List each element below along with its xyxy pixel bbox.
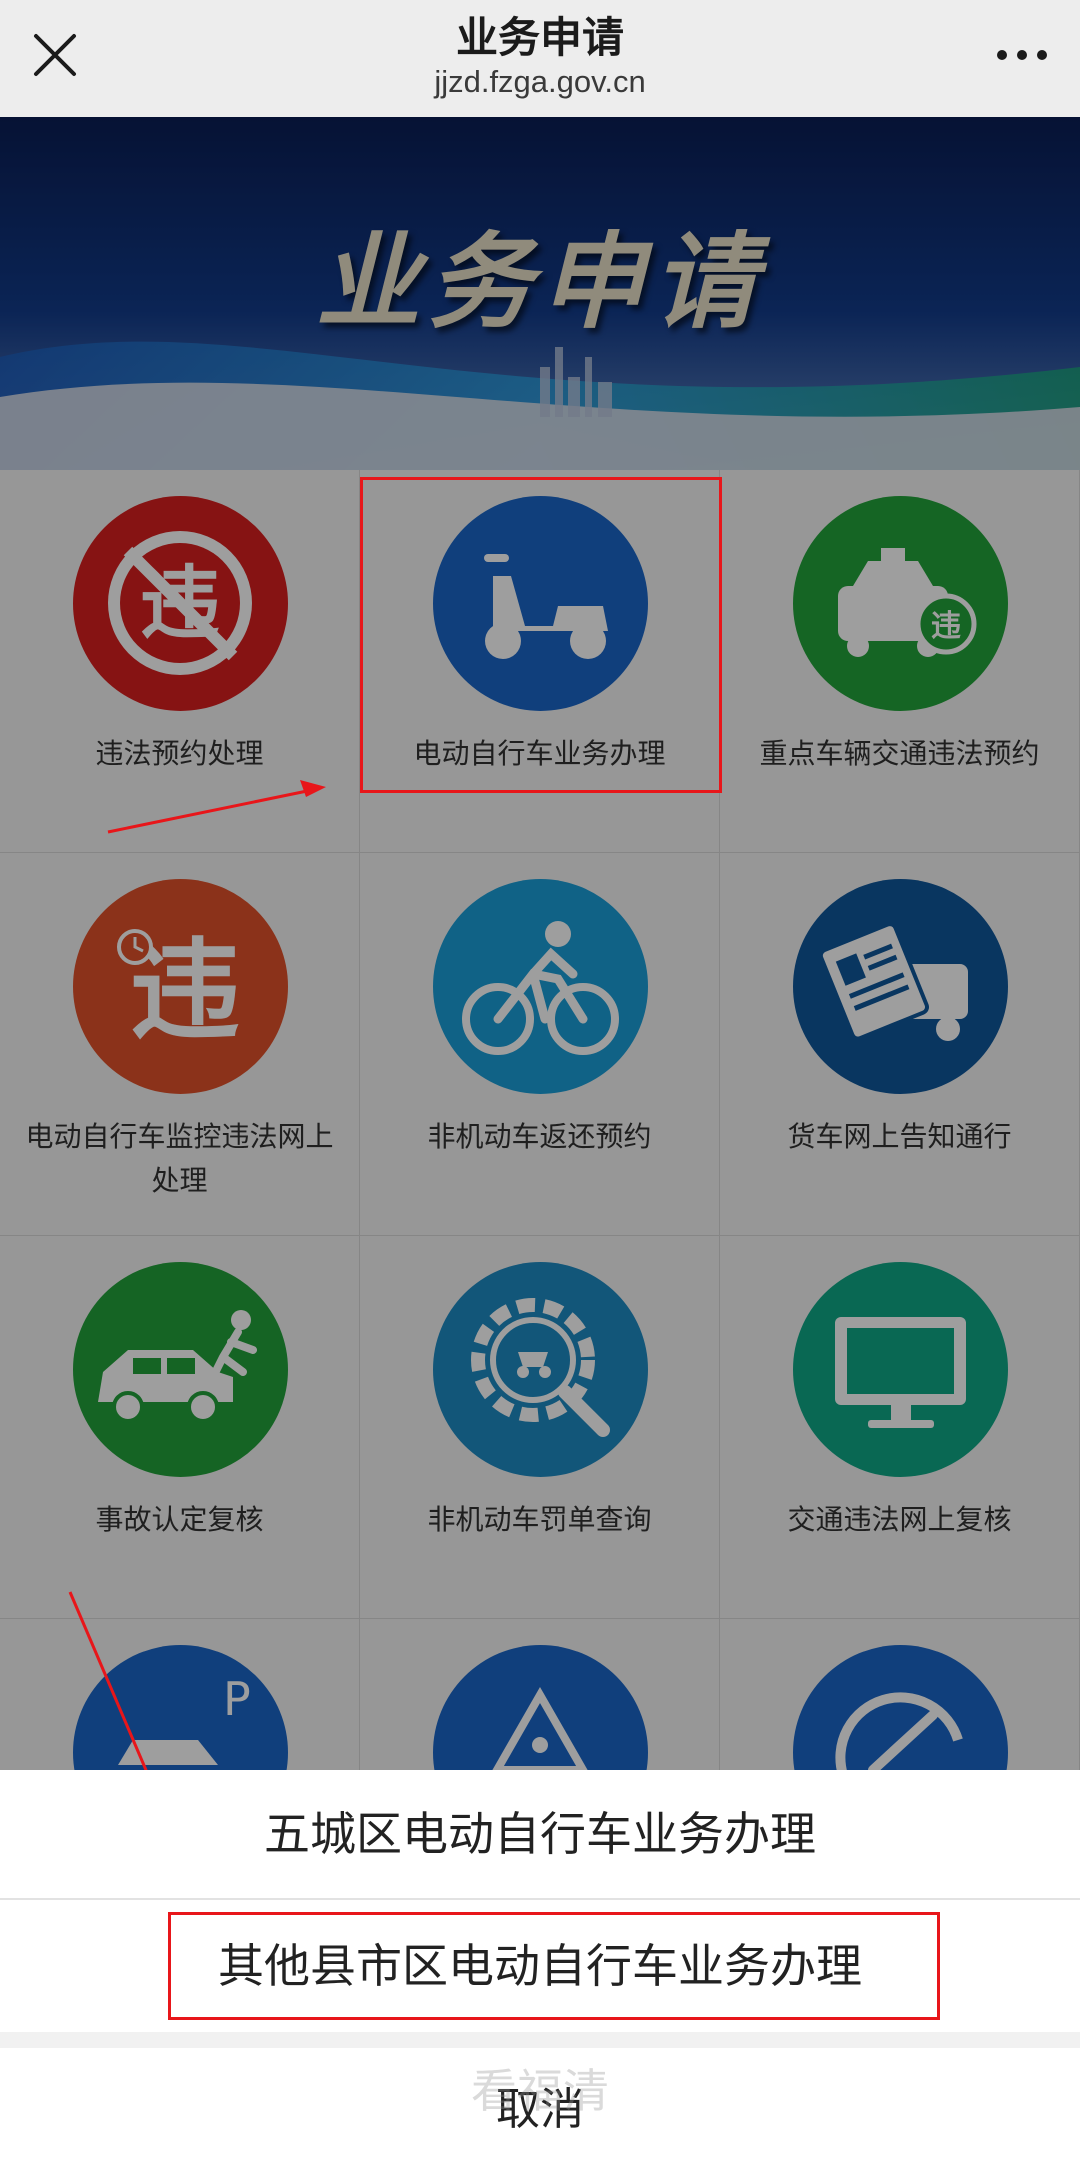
service-label: 重点车辆交通违法预约: [759, 737, 1040, 770]
svg-text:P: P: [223, 1672, 251, 1726]
service-item-ebike-monitor-violation[interactable]: 违 电动自行车监控违法网上处理: [0, 853, 360, 1236]
service-label: 事故认定复核: [95, 1503, 264, 1536]
highlight-box: [360, 477, 722, 793]
banner-title: 业务申请: [315, 221, 764, 343]
bicycle-rider-icon: [433, 879, 648, 1094]
option-five-districts[interactable]: 五城区电动自行车业务办理: [0, 1770, 1080, 1898]
service-item-violation-appointment[interactable]: 违 违法预约处理: [0, 470, 360, 853]
car-accident-icon: [73, 1262, 288, 1477]
violation-stamp-icon: 违: [73, 496, 288, 711]
service-item-online-violation-review[interactable]: 交通违法网上复核: [720, 1236, 1080, 1619]
service-label: 非机动车罚单查询: [427, 1503, 652, 1536]
service-label: 非机动车返还预约: [427, 1120, 652, 1153]
service-label: 违法预约处理: [95, 737, 264, 770]
watermark: 看福清: [471, 2064, 609, 2118]
service-item-key-vehicle-violation[interactable]: 违 重点车辆交通违法预约: [720, 470, 1080, 853]
service-item-truck-notification[interactable]: 货车网上告知通行: [720, 853, 1080, 1236]
service-label: 交通违法网上复核: [787, 1503, 1012, 1536]
svg-text:违: 违: [931, 609, 961, 644]
service-item-nonmotor-return[interactable]: 非机动车返还预约: [360, 853, 720, 1236]
service-label: 货车网上告知通行: [787, 1120, 1012, 1153]
taxi-violation-icon: 违: [793, 496, 1008, 711]
monitor-icon: [793, 1262, 1008, 1477]
truck-document-icon: [793, 879, 1008, 1094]
banner: 业务申请: [0, 117, 1080, 470]
top-bar: 业务申请 jjzd.fzga.gov.cn: [0, 0, 1080, 117]
sheet-divider: [0, 1898, 1080, 1900]
highlight-box-option: [168, 1912, 940, 2020]
page-title: 业务申请: [455, 13, 624, 62]
service-item-accident-review[interactable]: 事故认定复核: [0, 1236, 360, 1619]
violation-clock-icon: 违: [73, 879, 288, 1094]
page-url: jjzd.fzga.gov.cn: [434, 64, 646, 99]
gear-magnifier-icon: [433, 1262, 648, 1477]
service-item-nonmotor-ticket-query[interactable]: 非机动车罚单查询: [360, 1236, 720, 1619]
service-label: 电动自行车监控违法网上处理: [25, 1120, 334, 1197]
sheet-gap: [0, 2032, 1080, 2048]
more-dots-icon: [997, 50, 1047, 60]
more-button[interactable]: [992, 40, 1052, 70]
